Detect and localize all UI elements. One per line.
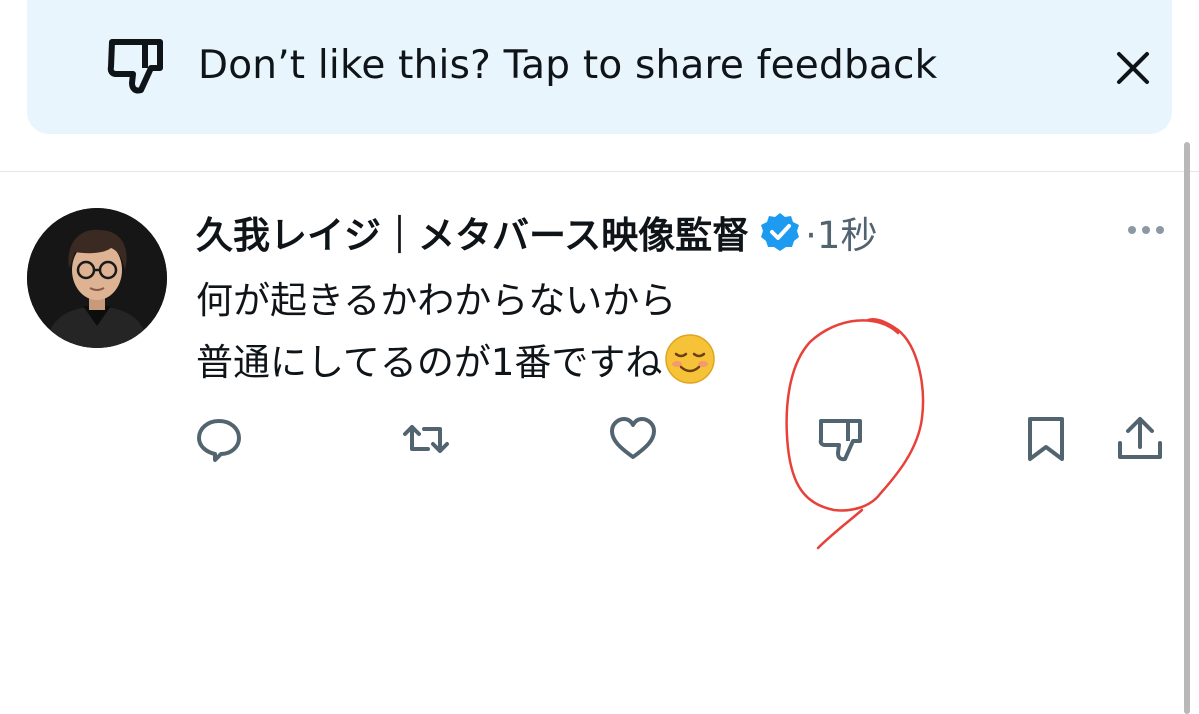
retweet-button[interactable]: [400, 413, 452, 465]
smiling-face-emoji: [665, 334, 716, 384]
feedback-banner[interactable]: Don’t like this? Tap to share feedback: [27, 0, 1172, 134]
page: Don’t like this? Tap to share feedback 久…: [0, 0, 1199, 714]
avatar[interactable]: [27, 208, 167, 348]
tweet-text-line-2-text: 普通にしてるのが1番ですね: [196, 341, 663, 384]
more-icon[interactable]: [1124, 218, 1168, 242]
tweet-text-line-1: 何が起きるかわからないから: [196, 279, 677, 322]
avatar-portrait: [27, 208, 167, 348]
share-icon: [1118, 417, 1162, 459]
thumbs-down-icon: [818, 419, 862, 462]
close-icon[interactable]: [1115, 50, 1151, 86]
like-button[interactable]: [607, 413, 659, 465]
downvote-button[interactable]: [815, 413, 867, 465]
heart-icon: [610, 417, 656, 459]
author-name[interactable]: 久我レイジ｜メタバース映像監督: [196, 205, 749, 259]
reply-icon: [197, 419, 241, 462]
tweet-text: 何が起きるかわからないから 普通にしてるのが1番ですね: [196, 270, 716, 394]
tweet-timestamp[interactable]: ·1秒: [805, 205, 877, 259]
bookmark-icon: [1028, 417, 1064, 461]
feedback-banner-text: Don’t like this? Tap to share feedback: [198, 43, 938, 88]
tweet-text-line-2: 普通にしてるのが1番ですね: [196, 332, 716, 394]
scrollbar[interactable]: [1184, 142, 1190, 714]
retweet-icon: [403, 425, 449, 453]
bookmark-button[interactable]: [1020, 413, 1072, 465]
divider: [0, 171, 1199, 172]
reply-button[interactable]: [193, 413, 245, 465]
verified-badge-icon: [761, 213, 800, 251]
thumbs-down-icon: [107, 39, 163, 94]
tweet-header: 久我レイジ｜メタバース映像監督 ·1秒: [196, 204, 877, 260]
share-button[interactable]: [1114, 413, 1166, 465]
